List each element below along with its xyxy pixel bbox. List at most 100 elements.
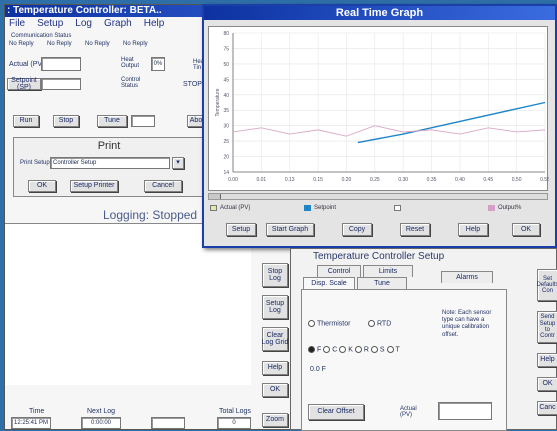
tab-alarms[interactable]: Alarms (441, 271, 493, 283)
calibration-note: Note: Each sensor type can have a unique… (442, 310, 492, 338)
actual-pv-series-line (232, 125, 546, 137)
set-defaults-button[interactable]: Set Defaults Con (537, 269, 557, 301)
unit-radio-c[interactable] (323, 346, 331, 353)
y-tick-label: 20 (223, 155, 229, 161)
tune-button[interactable]: Tune (97, 115, 127, 127)
legend-actual-label: Actual (PV) (220, 205, 251, 211)
total-logs-label: Total Logs (219, 408, 251, 415)
rtd-radio[interactable] (368, 320, 375, 327)
print-setup-value: Controller Setup (53, 160, 97, 166)
unit-radio-group: F C K R S T (308, 346, 400, 353)
menu-log[interactable]: Log (75, 18, 92, 30)
y-tick-label: 14 (223, 170, 229, 176)
setpoint-button[interactable]: Setpoint (SP) (7, 77, 41, 91)
tab-tune[interactable]: Tune (357, 277, 407, 289)
x-tick-label: 0.35 (427, 177, 437, 183)
setup-actual-pv-label: Actual (PV) (400, 406, 417, 418)
print-cancel-button[interactable]: Cancel (144, 180, 182, 192)
menu-bar: File Setup Log Graph Help (5, 18, 205, 30)
unit-radio-s[interactable] (370, 346, 378, 353)
thermistor-option[interactable]: Thermistor (308, 320, 350, 327)
setup-help-button[interactable]: Help (537, 353, 557, 367)
print-panel: Print Print Setup Controller Setup ▾ OK … (13, 137, 203, 197)
graph-copy-button[interactable]: Copy (342, 223, 372, 236)
tune-field[interactable] (131, 115, 155, 127)
zoom-button[interactable]: Zoom (262, 413, 288, 427)
setup-ok-button[interactable]: OK (537, 377, 557, 391)
menu-graph[interactable]: Graph (104, 18, 132, 30)
scrollbar-thumb[interactable] (209, 194, 221, 199)
unit-radio-k[interactable] (339, 346, 347, 353)
y-tick-label: 45 (223, 77, 229, 83)
unit-radio-r[interactable] (354, 346, 362, 353)
stop-log-button[interactable]: Stop Log (262, 263, 288, 287)
x-tick-label: 0.30 (398, 177, 408, 183)
graph-plot: 80 75 50 45 40 35 30 25 20 14 0.00 0.01 0.13 0.15 0.20… (208, 26, 549, 191)
y-tick-label: 75 (223, 46, 229, 52)
graph-help-button[interactable]: Help (458, 223, 488, 236)
setup-log-button[interactable]: Setup Log (262, 295, 288, 319)
setup-cancel-button[interactable]: Canc (537, 401, 557, 415)
time-field: 12:25:41 PM (11, 417, 51, 429)
start-graph-button[interactable]: Start Graph (266, 223, 314, 236)
print-ok-button[interactable]: OK (28, 180, 56, 192)
x-tick-label: 0.25 (370, 177, 380, 183)
main-title: : Temperature Controller: BETA.. (7, 5, 162, 16)
y-tick-label: 35 (223, 108, 229, 114)
blank-field (151, 417, 185, 429)
x-tick-label: 0.01 (256, 177, 266, 183)
log-ok-button[interactable]: OK (262, 383, 288, 397)
x-tick-label: 0.45 (483, 177, 493, 183)
time-value: 12:25:41 PM (13, 420, 49, 426)
clear-log-grid-button[interactable]: Clear Log Grid (262, 327, 288, 351)
print-setup-select[interactable]: Controller Setup (50, 157, 170, 169)
y-tick-label: 40 (223, 93, 229, 99)
unit-radio-t[interactable] (386, 346, 394, 353)
next-log-label: Next Log (87, 408, 116, 415)
legend-output-swatch (488, 205, 495, 211)
graph-reset-button[interactable]: Reset (400, 223, 430, 236)
send-setup-button[interactable]: Send Setup to Contr (537, 311, 557, 343)
control-status-label: Control Status (121, 77, 141, 89)
unit-label-s: S (379, 346, 385, 354)
setpoint-field[interactable] (41, 78, 81, 90)
run-button[interactable]: Run (13, 115, 39, 127)
y-tick-label: 50 (223, 62, 229, 68)
thermistor-radio[interactable] (308, 320, 315, 327)
setup-printer-button[interactable]: Setup Printer (70, 180, 118, 192)
x-tick-label: 0.00 (228, 177, 238, 183)
temperature-chart: 80 75 50 45 40 35 30 25 20 140.00 0.01 0.13 0.15 0.20… (215, 31, 549, 183)
offset-value: 0.0 F (310, 366, 326, 373)
y-axis-label: Temperature (215, 88, 221, 116)
x-tick-label: 0.40 (455, 177, 465, 183)
graph-window: Real Time Graph 80 75 50 45 40 35 30 25 20 14 0.00… (202, 4, 557, 248)
logging-status: Logging: Stopped (103, 208, 198, 222)
graph-setup-button[interactable]: Setup (226, 223, 256, 236)
actual-pv-field[interactable] (41, 57, 81, 71)
print-setup-dropdown[interactable]: ▾ (172, 157, 184, 169)
legend-setpoint-label: Setpoint (314, 205, 337, 211)
y-tick-label: 25 (223, 139, 229, 145)
rtd-option[interactable]: RTD (368, 320, 391, 327)
x-tick-label: 0.13 (285, 177, 295, 183)
y-tick-label: 30 (223, 124, 229, 130)
menu-setup[interactable]: Setup (37, 18, 63, 30)
clear-offset-button[interactable]: Clear Offset (308, 404, 364, 420)
legend-setpoint-swatch (304, 205, 311, 211)
comm-status-3: No Reply (85, 41, 110, 47)
comm-status-label: Communication Status (11, 33, 72, 39)
stop-button[interactable]: Stop (53, 115, 79, 127)
menu-help[interactable]: Help (144, 18, 165, 30)
menu-file[interactable]: File (9, 18, 25, 30)
graph-scrollbar[interactable] (208, 193, 548, 200)
unit-label-k: K (348, 346, 353, 354)
unit-radio-f[interactable] (308, 346, 315, 353)
heat-output-field: 0% (151, 57, 165, 71)
log-help-button[interactable]: Help (262, 361, 288, 375)
graph-ok-button[interactable]: OK (512, 223, 540, 236)
tab-limits[interactable]: Limits (363, 265, 413, 277)
total-logs-value: 0 (232, 420, 236, 426)
tab-disp-scale[interactable]: Disp. Scale (303, 277, 355, 289)
actual-pv-label: Actual (PV) (9, 61, 45, 68)
tab-control[interactable]: Control (317, 265, 361, 277)
